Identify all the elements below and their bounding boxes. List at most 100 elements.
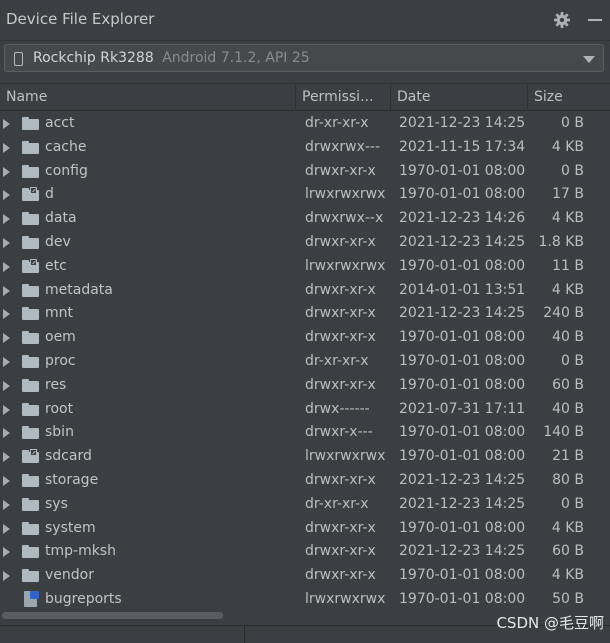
file-name: data — [45, 210, 77, 227]
table-row[interactable]: d lrwxrwxrwx 1970-01-01 08:00 17 B — [0, 183, 610, 207]
column-header-permissions[interactable]: Permissi... — [296, 84, 391, 111]
watermark: CSDN @毛豆啊 — [496, 614, 604, 632]
file-date: 2021-12-23 14:25 — [399, 233, 526, 250]
table-row[interactable]: data drwxrwx--x 2021-12-23 14:26 4 KB — [0, 207, 610, 231]
file-size: 21 B — [552, 448, 584, 465]
folder-icon — [22, 283, 39, 297]
file-name: cache — [45, 138, 87, 155]
file-permissions: drwxr-x--- — [305, 424, 373, 441]
file-size: 4 KB — [551, 567, 584, 584]
folder-icon — [22, 569, 39, 583]
column-header-size[interactable]: Size — [528, 84, 610, 111]
folder-icon — [22, 140, 39, 154]
file-date: 2014-01-01 13:51 — [399, 281, 526, 298]
table-row[interactable]: sys dr-xr-xr-x 2021-12-23 14:25 0 B — [0, 493, 610, 517]
file-name: tmp-mksh — [45, 543, 116, 560]
column-header-name[interactable]: Name — [0, 84, 296, 111]
scrollbar-thumb[interactable] — [2, 612, 223, 619]
table-row[interactable]: tmp-mksh drwxr-xr-x 2021-12-23 14:25 60 B — [0, 540, 610, 564]
folder-icon — [22, 235, 39, 249]
file-permissions: lrwxrwxrwx — [305, 257, 386, 274]
file-name: bugreports — [45, 590, 122, 607]
expand-arrow-icon[interactable] — [3, 475, 10, 486]
file-date: 1970-01-01 08:00 — [399, 376, 526, 393]
file-date: 1970-01-01 08:00 — [399, 567, 526, 584]
folder-icon — [22, 331, 39, 345]
expand-arrow-icon[interactable] — [3, 571, 10, 582]
table-row[interactable]: proc dr-xr-xr-x 1970-01-01 08:00 0 B — [0, 350, 610, 374]
table-row[interactable]: vendor drwxr-xr-x 1970-01-01 08:00 4 KB — [0, 564, 610, 588]
expand-arrow-icon[interactable] — [3, 119, 10, 129]
file-size: 80 B — [552, 471, 584, 488]
expand-arrow-icon[interactable] — [3, 166, 10, 177]
expand-arrow-icon[interactable] — [3, 237, 10, 248]
table-row[interactable]: system drwxr-xr-x 1970-01-01 08:00 4 KB — [0, 517, 610, 541]
expand-arrow-icon[interactable] — [3, 285, 10, 296]
table-row[interactable]: etc lrwxrwxrwx 1970-01-01 08:00 11 B — [0, 255, 610, 279]
expand-arrow-icon[interactable] — [3, 380, 10, 391]
folder-icon — [22, 521, 39, 535]
table-row[interactable]: res drwxr-xr-x 1970-01-01 08:00 60 B — [0, 374, 610, 398]
table-row[interactable]: root drwx------ 2021-07-31 17:11 40 B — [0, 398, 610, 422]
file-date: 2021-12-23 14:25 — [399, 115, 526, 131]
device-dropdown[interactable]: Rockchip Rk3288 Android 7.1.2, API 25 — [4, 44, 604, 72]
file-permissions: lrwxrwxrwx — [305, 448, 386, 465]
expand-arrow-icon[interactable] — [3, 404, 10, 415]
column-header-date[interactable]: Date — [391, 84, 528, 111]
file-name: etc — [45, 257, 67, 274]
expand-arrow-icon[interactable] — [3, 356, 10, 367]
minimize-icon[interactable] — [586, 10, 606, 30]
expand-arrow-icon[interactable] — [3, 309, 10, 320]
file-permissions: drwxr-xr-x — [305, 471, 376, 488]
file-name: root — [45, 400, 74, 417]
expand-arrow-icon[interactable] — [3, 333, 10, 344]
file-date: 1970-01-01 08:00 — [399, 329, 526, 346]
expand-arrow-icon[interactable] — [3, 428, 10, 439]
table-row[interactable]: sdcard lrwxrwxrwx 1970-01-01 08:00 21 B — [0, 445, 610, 469]
table-row[interactable]: dev drwxr-xr-x 2021-12-23 14:25 1.8 KB — [0, 231, 610, 255]
folder-link-icon — [22, 187, 39, 202]
table-row[interactable]: sbin drwxr-x--- 1970-01-01 08:00 140 B — [0, 421, 610, 445]
file-name: metadata — [45, 281, 113, 298]
folder-icon — [22, 473, 39, 487]
table-row[interactable]: mnt drwxr-xr-x 2021-12-23 14:25 240 B — [0, 302, 610, 326]
table-row[interactable]: oem drwxr-xr-x 1970-01-01 08:00 40 B — [0, 326, 610, 350]
file-date: 1970-01-01 08:00 — [399, 162, 526, 179]
file-name: d — [45, 186, 54, 203]
file-permissions: drwxr-xr-x — [305, 305, 376, 322]
device-name: Rockchip Rk3288 — [33, 50, 154, 66]
table-row[interactable]: storage drwxr-xr-x 2021-12-23 14:25 80 B — [0, 469, 610, 493]
file-size: 0 B — [561, 352, 584, 369]
expand-arrow-icon[interactable] — [3, 523, 10, 534]
phone-icon — [14, 52, 23, 66]
device-detail: Android 7.1.2, API 25 — [162, 50, 310, 66]
table-row[interactable]: cache drwxrwx--- 2021-11-15 17:34 4 KB — [0, 136, 610, 160]
folder-icon — [22, 164, 39, 178]
file-name: res — [45, 376, 67, 393]
file-date: 2021-12-23 14:25 — [399, 305, 526, 322]
expand-arrow-icon[interactable] — [3, 190, 10, 201]
table-row[interactable]: acct dr-xr-xr-x 2021-12-23 14:25 0 B — [0, 112, 610, 136]
file-size: 60 B — [552, 543, 584, 560]
file-size: 140 B — [543, 424, 584, 441]
file-date: 2021-11-15 17:34 — [399, 138, 526, 155]
file-date: 1970-01-01 08:00 — [399, 352, 526, 369]
expand-arrow-icon[interactable] — [3, 499, 10, 510]
file-permissions: dr-xr-xr-x — [305, 115, 369, 131]
file-date: 1970-01-01 08:00 — [399, 448, 526, 465]
file-date: 2021-12-23 14:25 — [399, 471, 526, 488]
file-size: 0 B — [561, 115, 584, 131]
table-row[interactable]: metadata drwxr-xr-x 2014-01-01 13:51 4 KB — [0, 279, 610, 303]
expand-arrow-icon[interactable] — [3, 261, 10, 272]
file-date: 1970-01-01 08:00 — [399, 186, 526, 203]
gear-icon[interactable] — [552, 10, 572, 30]
expand-arrow-icon[interactable] — [3, 452, 10, 463]
expand-arrow-icon[interactable] — [3, 142, 10, 153]
file-permissions: dr-xr-xr-x — [305, 495, 369, 512]
table-row[interactable]: bugreports lrwxrwxrwx 1970-01-01 08:00 50 B — [0, 588, 610, 608]
expand-arrow-icon[interactable] — [3, 547, 10, 558]
file-permissions: drwxr-xr-x — [305, 519, 376, 536]
expand-arrow-icon[interactable] — [3, 214, 10, 225]
file-name: mnt — [45, 305, 73, 322]
table-row[interactable]: config drwxr-xr-x 1970-01-01 08:00 0 B — [0, 160, 610, 184]
